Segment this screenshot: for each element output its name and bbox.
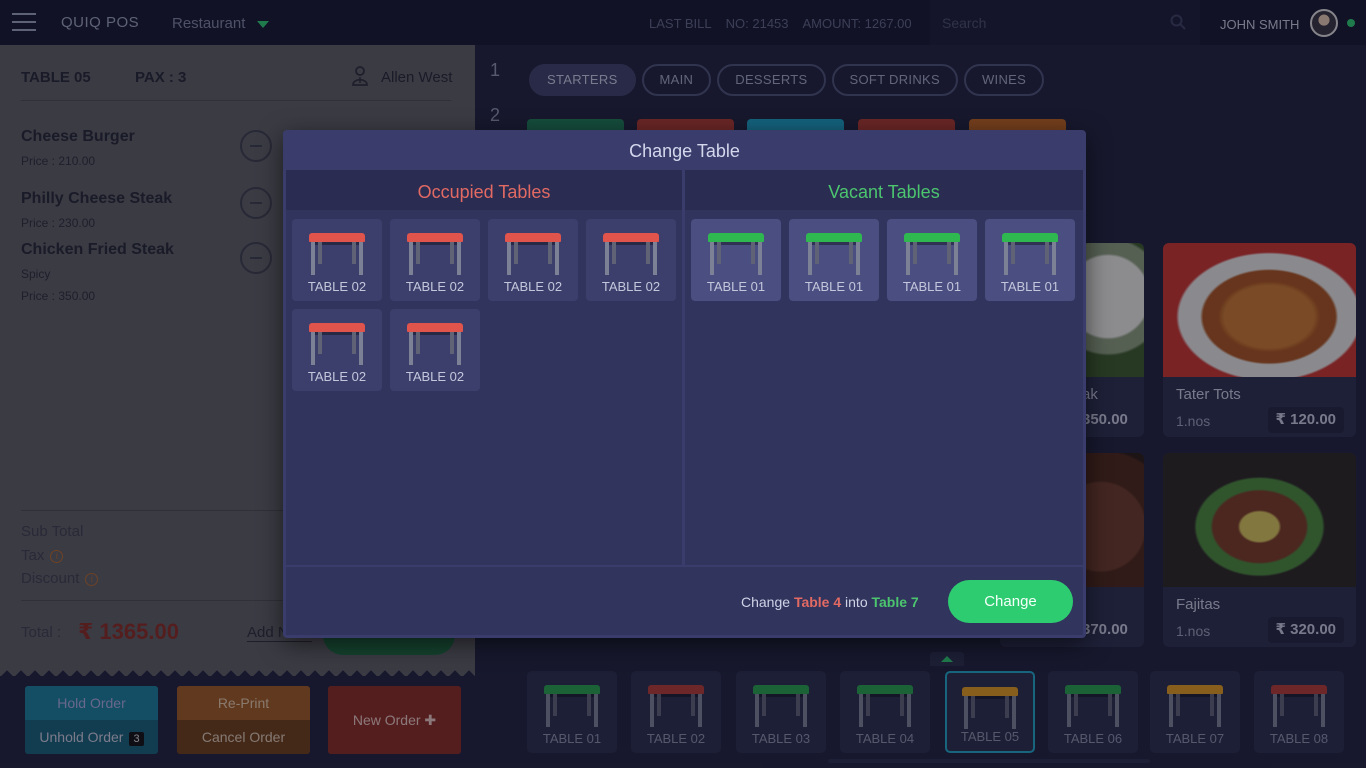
table-icon xyxy=(1002,233,1058,275)
table-label: TABLE 02 xyxy=(307,369,367,384)
occupied-tables-panel: Occupied Tables TABLE 02 TABLE 02 TABLE 02… xyxy=(286,170,682,565)
vacant-table-card[interactable]: TABLE 01 xyxy=(691,219,781,301)
change-summary: Change Table 4 into Table 7 xyxy=(741,594,919,610)
table-label: TABLE 02 xyxy=(405,369,465,384)
occupied-table-card[interactable]: TABLE 02 xyxy=(292,219,382,301)
change-prefix: Change xyxy=(741,594,791,610)
table-icon xyxy=(806,233,862,275)
vacant-tables-panel: Vacant Tables TABLE 01 TABLE 01 TABLE 01 TA… xyxy=(685,170,1083,565)
occupied-table-card[interactable]: TABLE 02 xyxy=(488,219,578,301)
to-table: Table 7 xyxy=(871,594,919,610)
table-icon xyxy=(309,323,365,365)
occupied-tables-heading: Occupied Tables xyxy=(286,170,682,210)
table-icon xyxy=(708,233,764,275)
into-word: into xyxy=(845,594,868,610)
table-label: TABLE 02 xyxy=(503,279,563,294)
modal-title: Change Table xyxy=(629,141,740,161)
change-button[interactable]: Change xyxy=(948,580,1073,623)
table-label: TABLE 02 xyxy=(307,279,367,294)
vacant-table-card[interactable]: TABLE 01 xyxy=(985,219,1075,301)
table-label: TABLE 01 xyxy=(804,279,864,294)
modal-body: Occupied Tables TABLE 02 TABLE 02 TABLE 02… xyxy=(286,170,1083,565)
table-icon xyxy=(407,233,463,275)
table-icon xyxy=(407,323,463,365)
table-label: TABLE 02 xyxy=(601,279,661,294)
table-icon xyxy=(603,233,659,275)
table-label: TABLE 02 xyxy=(405,279,465,294)
table-label: TABLE 01 xyxy=(1000,279,1060,294)
occupied-table-card[interactable]: TABLE 02 xyxy=(586,219,676,301)
occupied-table-card[interactable]: TABLE 02 xyxy=(292,309,382,391)
from-table: Table 4 xyxy=(793,594,842,610)
modal-footer: Change Table 4 into Table 7 Change xyxy=(286,567,1083,635)
table-label: TABLE 01 xyxy=(902,279,962,294)
table-icon xyxy=(505,233,561,275)
table-icon xyxy=(309,233,365,275)
occupied-table-card[interactable]: TABLE 02 xyxy=(390,309,480,391)
change-table-modal: Change Table Occupied Tables TABLE 02 TAB… xyxy=(283,130,1086,638)
vacant-tables-heading: Vacant Tables xyxy=(685,170,1083,210)
table-label: TABLE 01 xyxy=(706,279,766,294)
occupied-table-card[interactable]: TABLE 02 xyxy=(390,219,480,301)
vacant-table-card[interactable]: TABLE 01 xyxy=(887,219,977,301)
vacant-table-card[interactable]: TABLE 01 xyxy=(789,219,879,301)
table-icon xyxy=(904,233,960,275)
